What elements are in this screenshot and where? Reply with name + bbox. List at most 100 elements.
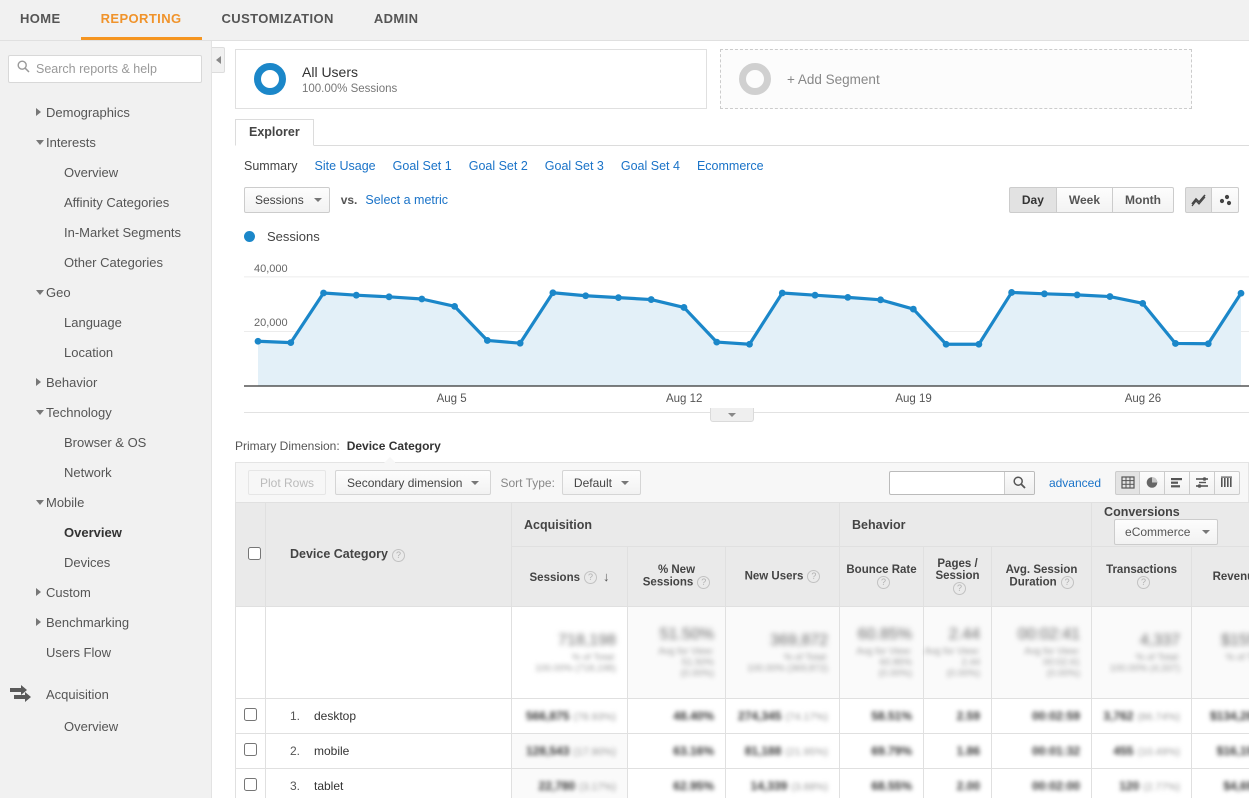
table-row[interactable]: 3. tablet 22,780 (3.17%) 62.95% 14,339 (3.8… — [235, 768, 1249, 798]
help-icon[interactable]: ? — [1060, 576, 1074, 589]
cell-pct: (74.17%) — [785, 711, 829, 723]
sidebar-item-interests-overview[interactable]: Overview — [0, 157, 211, 187]
table-search-input[interactable] — [889, 471, 1004, 494]
help-icon[interactable]: ? — [584, 571, 597, 585]
sidebar-item-acquisition-overview[interactable]: Overview — [0, 711, 211, 741]
table-search-button[interactable] — [1003, 471, 1034, 494]
add-segment-button[interactable]: + Add Segment — [720, 49, 1192, 109]
row-pages-session-cell: 2.59 — [923, 698, 993, 734]
pivot-view-icon[interactable] — [1215, 470, 1240, 495]
sidebar-item-technology[interactable]: Technology — [0, 397, 211, 427]
scatter-plot-icon[interactable] — [1212, 187, 1239, 213]
subtab-site-usage[interactable]: Site Usage — [314, 159, 375, 173]
topnav-item-customization[interactable]: CUSTOMIZATION — [202, 0, 354, 40]
cell-value: 2.00 — [956, 779, 981, 793]
help-icon[interactable]: ? — [953, 582, 967, 595]
sidebar-item-benchmarking[interactable]: Benchmarking — [0, 607, 211, 637]
primary-dimension-value[interactable]: Device Category — [347, 439, 441, 453]
topnav-item-reporting[interactable]: REPORTING — [80, 0, 202, 40]
subtab-goal-set-2[interactable]: Goal Set 2 — [469, 159, 528, 173]
conversions-goal-select[interactable]: eCommerce — [1114, 518, 1219, 545]
help-icon[interactable]: ? — [877, 576, 891, 589]
subtab-goal-set-1[interactable]: Goal Set 1 — [393, 159, 452, 173]
select-a-metric-link[interactable]: Select a metric — [365, 193, 448, 207]
topnav-item-admin[interactable]: ADMIN — [354, 0, 439, 40]
sidebar-item-in-market-segments[interactable]: In-Market Segments — [0, 217, 211, 247]
table-search-box[interactable] — [888, 470, 1035, 495]
tab-explorer[interactable]: Explorer — [235, 119, 314, 146]
table-row[interactable]: 2. mobile 128,543 (17.90%) 63.16% 81,188 (2… — [235, 733, 1249, 769]
granularity-week-button[interactable]: Week — [1056, 187, 1114, 213]
cell-pct: (2.77%) — [1143, 781, 1181, 793]
subtab-summary[interactable]: Summary — [244, 159, 297, 173]
advanced-filter-link[interactable]: advanced — [1049, 476, 1101, 490]
granularity-day-button[interactable]: Day — [1008, 187, 1057, 213]
table-row[interactable]: 1. desktop 566,875 (78.93%) 48.40% 274,345… — [235, 698, 1249, 734]
table-view-icon[interactable] — [1115, 470, 1140, 495]
help-icon[interactable]: ? — [807, 570, 821, 583]
column-header-sessions[interactable]: Sessions? ↓ — [511, 546, 628, 607]
column-header-bounce-rate[interactable]: Bounce Rate? — [839, 546, 925, 607]
sidebar-item-location[interactable]: Location — [0, 337, 211, 367]
row-checkbox[interactable] — [244, 708, 257, 721]
segment-all-users[interactable]: All Users 100.00% Sessions — [235, 49, 707, 109]
row-bounce-rate-cell: 58.51% — [839, 698, 925, 734]
sidebar-collapse-handle[interactable] — [212, 47, 225, 73]
chart-controls: Sessions vs. Select a metric Day Week Mo… — [244, 187, 1239, 213]
performance-bar-view-icon[interactable] — [1165, 470, 1190, 495]
sidebar-item-interests[interactable]: Interests — [0, 127, 211, 157]
topnav-item-home[interactable]: HOME — [0, 0, 81, 40]
sidebar-item-geo[interactable]: Geo — [0, 277, 211, 307]
sidebar-item-network[interactable]: Network — [0, 457, 211, 487]
sidebar-item-demographics[interactable]: Demographics — [0, 97, 211, 127]
help-icon[interactable]: ? — [1137, 576, 1151, 589]
plot-rows-button[interactable]: Plot Rows — [248, 470, 327, 495]
row-device-label[interactable]: desktop — [314, 709, 356, 723]
column-header-avg-session-duration[interactable]: Avg. Session Duration? — [991, 546, 1093, 607]
cell-value: 81,188 — [744, 744, 782, 758]
group-header-behavior: Behavior — [839, 502, 1093, 547]
chart-collapse-button[interactable] — [710, 408, 754, 422]
summary-value: 4,337 — [1140, 631, 1181, 649]
subtab-goal-set-4[interactable]: Goal Set 4 — [621, 159, 680, 173]
summary-sub: 60.85% — [879, 657, 913, 668]
sidebar-item-language[interactable]: Language — [0, 307, 211, 337]
column-header-new-users[interactable]: New Users? — [724, 546, 841, 607]
search-icon — [1013, 476, 1026, 489]
dimension-header[interactable]: Device Category? — [265, 502, 512, 607]
row-device-label[interactable]: mobile — [314, 744, 349, 758]
help-icon[interactable]: ? — [697, 576, 711, 589]
sidebar-item-mobile[interactable]: Mobile — [0, 487, 211, 517]
sidebar-item-mobile-overview[interactable]: Overview — [0, 517, 211, 547]
row-checkbox[interactable] — [244, 743, 257, 756]
line-chart-icon[interactable] — [1185, 187, 1212, 213]
subtab-goal-set-3[interactable]: Goal Set 3 — [545, 159, 604, 173]
sidebar-item-users-flow[interactable]: Users Flow — [0, 637, 211, 667]
column-header-revenue[interactable]: Revenue — [1191, 546, 1249, 607]
sidebar-item-custom[interactable]: Custom — [0, 577, 211, 607]
search-input[interactable] — [36, 62, 186, 76]
granularity-label: Day — [1021, 193, 1044, 207]
granularity-month-button[interactable]: Month — [1113, 187, 1174, 213]
sort-type-select[interactable]: Default — [561, 470, 641, 495]
help-icon[interactable]: ? — [391, 548, 405, 562]
row-device-label[interactable]: tablet — [314, 779, 343, 793]
sidebar-item-other-categories[interactable]: Other Categories — [0, 247, 211, 277]
sidebar-item-browser-os[interactable]: Browser & OS — [0, 427, 211, 457]
sidebar-section-acquisition[interactable]: Acquisition — [0, 677, 211, 711]
search-box[interactable] — [8, 55, 202, 83]
pie-chart-view-icon[interactable] — [1140, 470, 1165, 495]
column-header-pct-new-sessions[interactable]: % New Sessions? — [627, 546, 726, 607]
metric-select[interactable]: Sessions — [244, 187, 330, 213]
sidebar-item-devices[interactable]: Devices — [0, 547, 211, 577]
subtab-ecommerce[interactable]: Ecommerce — [697, 159, 764, 173]
column-header-pages-session[interactable]: Pages / Session? — [923, 546, 993, 607]
sidebar-item-behavior[interactable]: Behavior — [0, 367, 211, 397]
comparison-view-icon[interactable] — [1190, 470, 1215, 495]
row-checkbox[interactable] — [244, 778, 257, 791]
sidebar-item-affinity-categories[interactable]: Affinity Categories — [0, 187, 211, 217]
top-navigation: HOME REPORTING CUSTOMIZATION ADMIN — [0, 0, 1249, 41]
secondary-dimension-button[interactable]: Secondary dimension — [335, 470, 492, 495]
column-header-transactions[interactable]: Transactions? — [1091, 546, 1193, 607]
select-all-checkbox[interactable] — [248, 546, 261, 560]
